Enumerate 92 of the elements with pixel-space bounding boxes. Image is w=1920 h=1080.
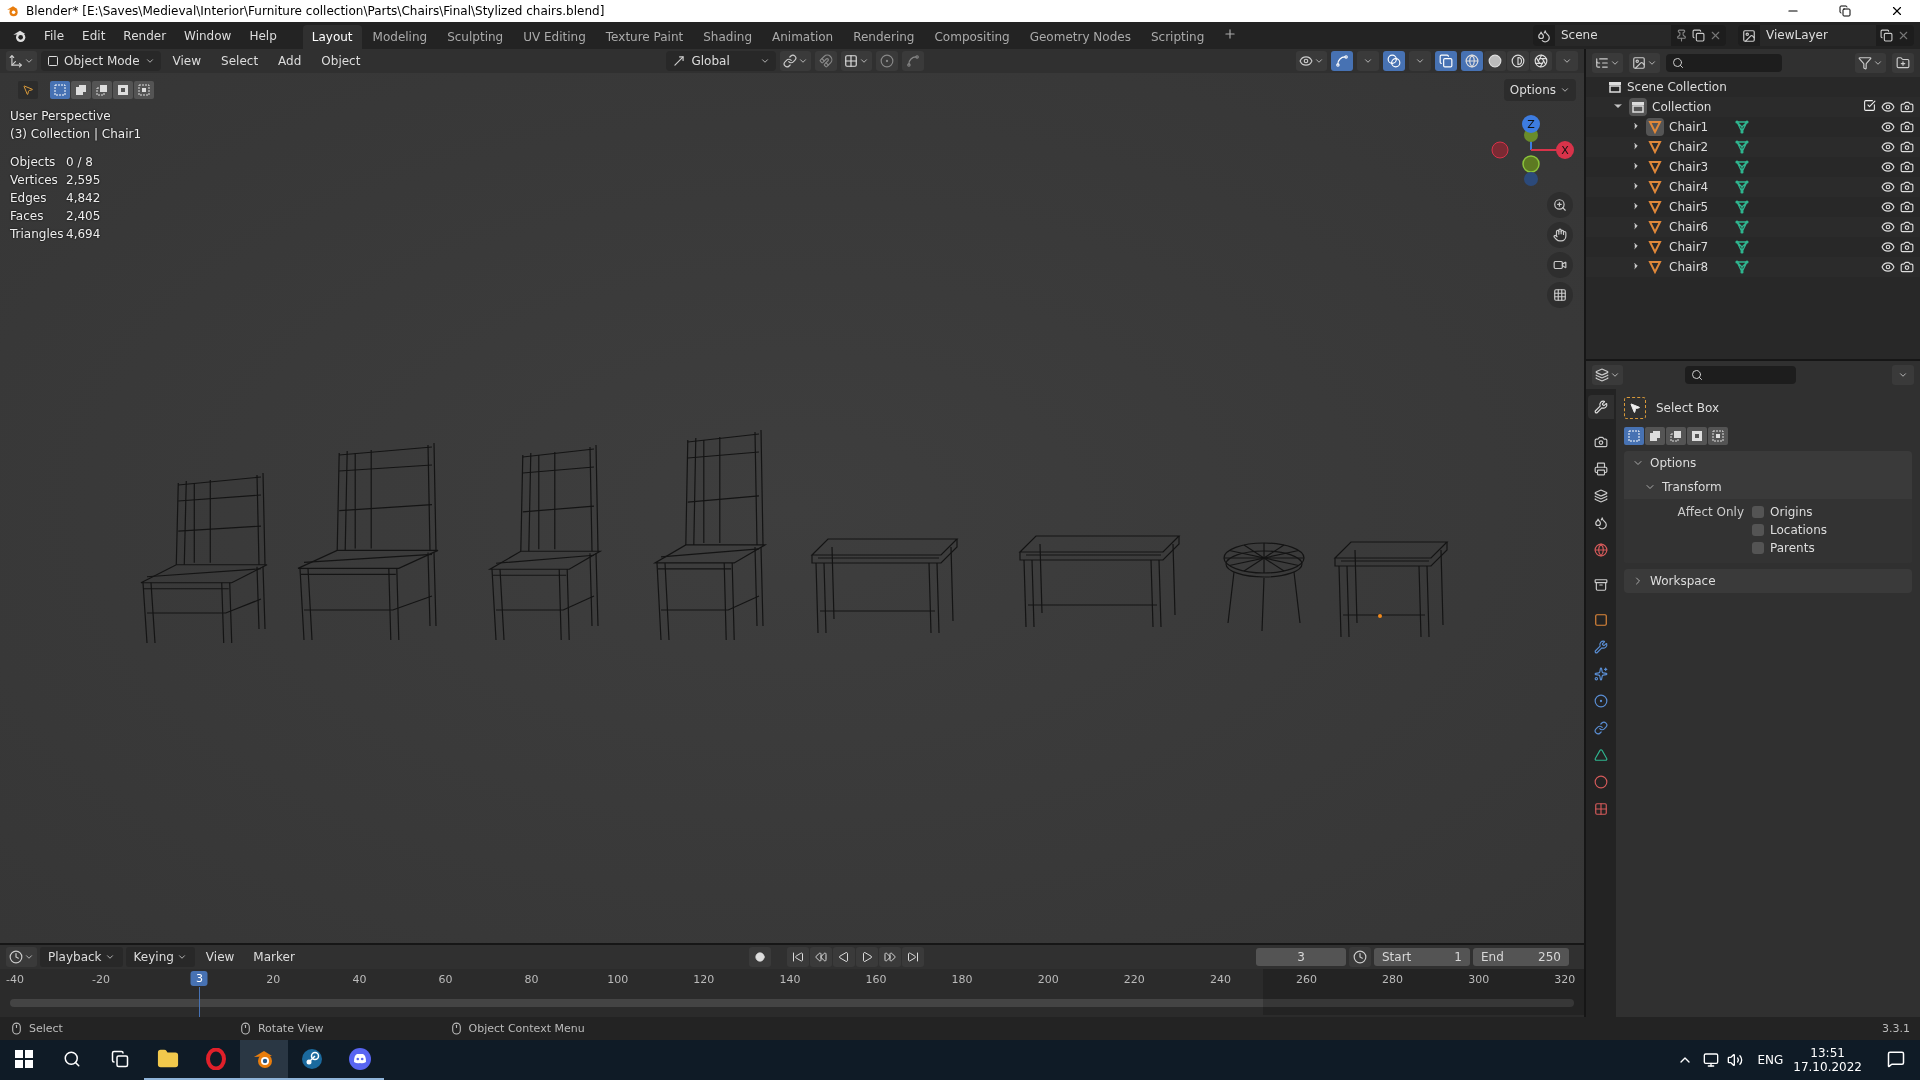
menu-item[interactable]: Object [313, 51, 369, 71]
panel-header[interactable]: Options [1624, 451, 1912, 475]
stat-label: Vertices [10, 172, 59, 189]
object-name: Chair7 [1669, 240, 1710, 254]
menu-item[interactable]: Select [213, 51, 267, 71]
current-frame-field[interactable]: 3 [1256, 948, 1346, 966]
end-frame-field[interactable]: End 250 [1473, 948, 1569, 966]
stat-value: 2,595 [66, 172, 101, 189]
frame-number: 140 [779, 973, 801, 986]
language-indicator[interactable]: ENG [1757, 1053, 1784, 1067]
menu-item[interactable]: File [36, 25, 73, 46]
frame-number: 240 [1209, 973, 1231, 986]
checkbox[interactable]: Origins [1752, 505, 1912, 519]
frame-number: 40 [352, 973, 367, 986]
stat-label: Objects [10, 154, 57, 171]
frame-number: 320 [1554, 973, 1576, 986]
frame-number: 80 [524, 973, 539, 986]
object-name: Chair3 [1669, 160, 1710, 174]
workspace-tab[interactable]: Geometry Nodes [1020, 25, 1140, 50]
workspace-tab[interactable]: Layout [302, 25, 362, 50]
stat-value: 2,405 [66, 208, 101, 225]
stat-label: Triangles [10, 226, 65, 243]
status-hint: Rotate View [257, 1022, 324, 1035]
tool-name: Select Box [1656, 401, 1720, 415]
frame-number: 160 [865, 973, 887, 986]
frame-number: 20 [266, 973, 281, 986]
workspace-tab[interactable]: Texture Paint [596, 25, 693, 50]
checkbox[interactable]: Locations [1752, 523, 1912, 537]
view-layer-name: ViewLayer [1760, 25, 1876, 46]
frame-number: 280 [1382, 973, 1404, 986]
clock-date: 17.10.2022 [1793, 1060, 1862, 1074]
stat-value: 4,842 [66, 190, 101, 207]
context-label: (3) Collection | Chair1 [10, 126, 142, 143]
menu-item[interactable]: Edit [74, 25, 114, 46]
stat-value: 0 / 8 [66, 154, 94, 171]
frame-number: -40 [6, 973, 24, 986]
mode-dropdown[interactable]: Object Mode [41, 51, 161, 71]
frame-number: 180 [951, 973, 973, 986]
frame-number: 220 [1123, 973, 1145, 986]
object-name: Chair1 [1669, 120, 1710, 134]
menu-item[interactable]: Window [176, 25, 240, 46]
checkbox[interactable]: Parents [1752, 541, 1912, 555]
stat-label: Edges [10, 190, 48, 207]
workspace-tab[interactable]: Animation [763, 25, 843, 50]
workspace-tab[interactable]: Scripting [1141, 25, 1214, 50]
frame-number: 100 [607, 973, 629, 986]
view-layer-selector[interactable]: ViewLayer [1738, 25, 1914, 46]
subpanel-header[interactable]: Transform [1624, 475, 1912, 499]
menu-item[interactable]: Marker [245, 947, 303, 967]
start-frame-field[interactable]: Start 1 [1374, 948, 1470, 966]
object-name: Chair5 [1669, 200, 1710, 214]
menu-item[interactable]: View [197, 947, 243, 967]
options-dropdown[interactable]: Options [1503, 79, 1576, 101]
status-hint: Select [29, 1022, 63, 1035]
panel-header[interactable]: Workspace [1624, 569, 1912, 593]
frame-number: 60 [438, 973, 453, 986]
scene-name: Scene [1555, 25, 1671, 46]
menu-item[interactable]: Add [270, 51, 310, 71]
object-name: Chair4 [1669, 180, 1710, 194]
scene-selector[interactable]: Scene [1533, 25, 1726, 46]
menu-item[interactable]: Playback [40, 947, 123, 967]
menu-item[interactable]: Keying [125, 947, 195, 967]
object-name: Chair8 [1669, 260, 1710, 274]
object-name: Chair6 [1669, 220, 1710, 234]
collection-name: Collection [1652, 100, 1712, 114]
navigation-gizmo: Z X [1491, 115, 1574, 186]
orientation-dropdown[interactable]: Global [666, 51, 776, 71]
frame-number: 200 [1037, 973, 1059, 986]
playhead[interactable]: 3 [190, 971, 208, 986]
workspace-tab[interactable]: Sculpting [438, 25, 513, 50]
collection-name: Scene Collection [1627, 80, 1727, 94]
stat-value: 4,694 [66, 226, 101, 243]
clock-time: 13:51 [1810, 1046, 1845, 1060]
frame-number: 260 [1296, 973, 1317, 986]
menu-item[interactable]: Help [241, 25, 285, 46]
workspace-tab[interactable]: Shading [694, 25, 761, 50]
workspace-tab[interactable]: Rendering [844, 25, 924, 50]
stat-label: Faces [10, 208, 45, 225]
frame-number: 120 [693, 973, 715, 986]
workspace-tab[interactable]: UV Editing [514, 25, 595, 50]
frame-number: -20 [92, 973, 111, 986]
workspace-tab[interactable]: Compositing [925, 25, 1019, 50]
frame-number: 300 [1468, 973, 1490, 986]
menu-item[interactable]: View [164, 51, 210, 71]
status-hint: Object Context Menu [468, 1022, 585, 1035]
menu-item[interactable]: Render [115, 25, 175, 46]
view-name: User Perspective [10, 108, 112, 125]
field-label: Affect Only [1676, 505, 1745, 519]
object-name: Chair2 [1669, 140, 1710, 154]
workspace-tab[interactable]: Modeling [363, 25, 437, 50]
version-label: 3.3.1 [1882, 1022, 1910, 1035]
window-title: Blender* [E:\Saves\Medieval\Interior\Furniture collection\Parts\Chairs\Final\Stylized chairs.blend] [26, 4, 606, 18]
